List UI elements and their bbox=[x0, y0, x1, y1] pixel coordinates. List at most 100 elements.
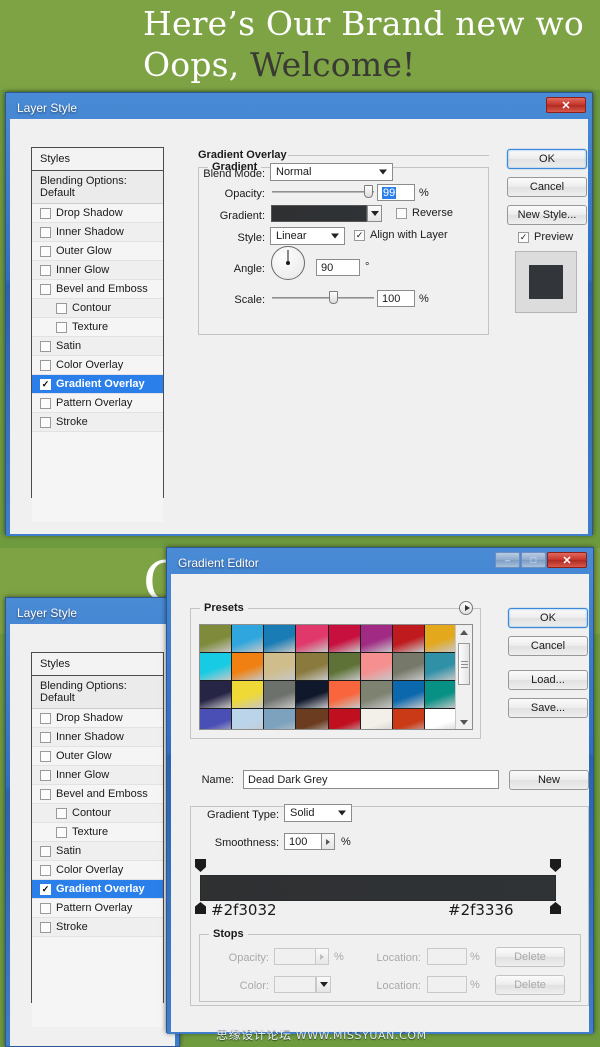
presets-grid[interactable] bbox=[200, 625, 457, 729]
preset-swatch[interactable] bbox=[232, 681, 265, 709]
scale-slider-knob[interactable] bbox=[329, 291, 338, 304]
style-row-satin[interactable]: Satin bbox=[32, 842, 163, 861]
stop-color-location-input[interactable] bbox=[427, 976, 467, 993]
angle-dial[interactable] bbox=[271, 246, 305, 280]
style-row-gradient-overlay[interactable]: Gradient Overlay bbox=[32, 880, 163, 899]
styles-list-panel-secondary[interactable]: Styles Blending Options: Default Drop Sh… bbox=[31, 652, 164, 1027]
preset-swatch[interactable] bbox=[328, 625, 361, 653]
preset-swatch[interactable] bbox=[232, 653, 265, 681]
preset-swatch[interactable] bbox=[232, 709, 265, 729]
style-checkbox[interactable] bbox=[40, 902, 51, 914]
stop-color-swatch[interactable] bbox=[274, 976, 316, 993]
style-row-outer-glow[interactable]: Outer Glow bbox=[32, 242, 163, 261]
preset-swatch[interactable] bbox=[424, 681, 457, 709]
stop-color-delete-button[interactable]: Delete bbox=[495, 975, 565, 995]
stop-opacity-delete-button[interactable]: Delete bbox=[495, 947, 565, 967]
style-checkbox[interactable] bbox=[40, 921, 51, 933]
preview-checkbox[interactable] bbox=[518, 231, 529, 243]
minimize-icon[interactable]: – bbox=[495, 552, 520, 568]
style-checkbox[interactable] bbox=[40, 283, 51, 295]
styles-list-panel[interactable]: Styles Blending Options: Default Drop Sh… bbox=[31, 147, 164, 522]
gradient-editor-titlebar[interactable]: Gradient Editor – □ ✕ bbox=[171, 552, 589, 574]
gradient-editor-load-button[interactable]: Load... bbox=[508, 670, 588, 690]
style-checkbox[interactable] bbox=[40, 712, 51, 724]
preset-swatch[interactable] bbox=[360, 625, 393, 653]
scroll-down-icon[interactable] bbox=[456, 715, 472, 729]
preset-swatch[interactable] bbox=[232, 625, 265, 653]
style-checkbox[interactable] bbox=[40, 788, 51, 800]
layer-style-titlebar[interactable]: Layer Style ✕ bbox=[10, 97, 588, 119]
gradient-editor-window-buttons[interactable]: – □ ✕ bbox=[495, 552, 587, 568]
style-row-pattern-overlay[interactable]: Pattern Overlay bbox=[32, 394, 163, 413]
style-checkbox[interactable] bbox=[40, 769, 51, 781]
stop-color-picker-icon[interactable] bbox=[316, 976, 331, 993]
preset-swatch[interactable] bbox=[200, 681, 233, 709]
style-checkbox[interactable] bbox=[56, 826, 67, 838]
presets-scrollbar[interactable] bbox=[455, 625, 472, 729]
style-checkbox[interactable] bbox=[40, 264, 51, 276]
style-row-texture[interactable]: Texture bbox=[32, 318, 163, 337]
preset-swatch[interactable] bbox=[264, 653, 297, 681]
angle-input[interactable]: 90 bbox=[316, 259, 360, 276]
gradient-editor-ok-button[interactable]: OK bbox=[508, 608, 588, 628]
preset-swatch[interactable] bbox=[424, 625, 457, 653]
scale-input[interactable]: 100 bbox=[377, 290, 415, 307]
align-with-layer-checkbox[interactable] bbox=[354, 229, 365, 241]
close-icon[interactable]: ✕ bbox=[546, 97, 586, 113]
scroll-up-icon[interactable] bbox=[456, 625, 472, 639]
style-checkbox[interactable] bbox=[40, 731, 51, 743]
preset-swatch[interactable] bbox=[296, 709, 329, 729]
opacity-slider-knob[interactable] bbox=[364, 185, 373, 198]
preview-checkbox-row[interactable]: Preview bbox=[518, 231, 573, 243]
blending-options-row-secondary[interactable]: Blending Options: Default bbox=[32, 676, 163, 709]
layer-style-dialog-secondary[interactable]: Layer Style Styles Blending Options: Def… bbox=[5, 597, 180, 1047]
style-row-satin[interactable]: Satin bbox=[32, 337, 163, 356]
style-checkbox[interactable] bbox=[56, 302, 67, 314]
style-checkbox[interactable] bbox=[40, 226, 51, 238]
presets-swatch-panel[interactable] bbox=[199, 624, 473, 730]
cancel-button[interactable]: Cancel bbox=[507, 177, 587, 197]
style-row-stroke[interactable]: Stroke bbox=[32, 413, 163, 432]
style-row-contour[interactable]: Contour bbox=[32, 804, 163, 823]
gradient-editor-cancel-button[interactable]: Cancel bbox=[508, 636, 588, 656]
style-checkbox[interactable] bbox=[40, 883, 51, 895]
preset-swatch[interactable] bbox=[328, 653, 361, 681]
ok-button[interactable]: OK bbox=[507, 149, 587, 169]
style-checkbox[interactable] bbox=[40, 416, 51, 428]
layer-style-window-buttons[interactable]: ✕ bbox=[546, 97, 586, 113]
gradient-dropdown-icon[interactable] bbox=[367, 205, 382, 222]
style-checkbox[interactable] bbox=[56, 807, 67, 819]
style-checkbox[interactable] bbox=[40, 864, 51, 876]
style-checkbox[interactable] bbox=[40, 845, 51, 857]
style-row-texture[interactable]: Texture bbox=[32, 823, 163, 842]
style-row-bevel-and-emboss[interactable]: Bevel and Emboss bbox=[32, 280, 163, 299]
smoothness-input[interactable]: 100 bbox=[284, 833, 322, 850]
style-checkbox[interactable] bbox=[40, 359, 51, 371]
style-row-contour[interactable]: Contour bbox=[32, 299, 163, 318]
gradient-editor-save-button[interactable]: Save... bbox=[508, 698, 588, 718]
reverse-checkbox[interactable] bbox=[396, 207, 407, 219]
style-checkbox[interactable] bbox=[40, 750, 51, 762]
preset-swatch[interactable] bbox=[328, 709, 361, 729]
preset-swatch[interactable] bbox=[296, 653, 329, 681]
preset-swatch[interactable] bbox=[264, 625, 297, 653]
style-checkbox[interactable] bbox=[40, 397, 51, 409]
scale-slider[interactable] bbox=[272, 291, 374, 305]
align-with-layer-row[interactable]: Align with Layer bbox=[354, 229, 448, 241]
gradient-preview-swatch[interactable] bbox=[271, 205, 367, 222]
style-checkbox[interactable] bbox=[40, 207, 51, 219]
style-select[interactable]: Linear bbox=[270, 227, 345, 245]
blending-options-row[interactable]: Blending Options: Default bbox=[32, 171, 163, 204]
opacity-slider[interactable] bbox=[272, 185, 374, 199]
preset-swatch[interactable] bbox=[264, 681, 297, 709]
style-row-inner-shadow[interactable]: Inner Shadow bbox=[32, 728, 163, 747]
preset-swatch[interactable] bbox=[392, 625, 425, 653]
scrollbar-thumb[interactable] bbox=[458, 643, 470, 685]
style-row-drop-shadow[interactable]: Drop Shadow bbox=[32, 204, 163, 223]
reverse-checkbox-row[interactable]: Reverse bbox=[396, 207, 453, 219]
style-row-gradient-overlay[interactable]: Gradient Overlay bbox=[32, 375, 163, 394]
preset-swatch[interactable] bbox=[360, 653, 393, 681]
presets-menu-icon[interactable] bbox=[459, 601, 473, 615]
preset-swatch[interactable] bbox=[296, 681, 329, 709]
style-row-drop-shadow[interactable]: Drop Shadow bbox=[32, 709, 163, 728]
